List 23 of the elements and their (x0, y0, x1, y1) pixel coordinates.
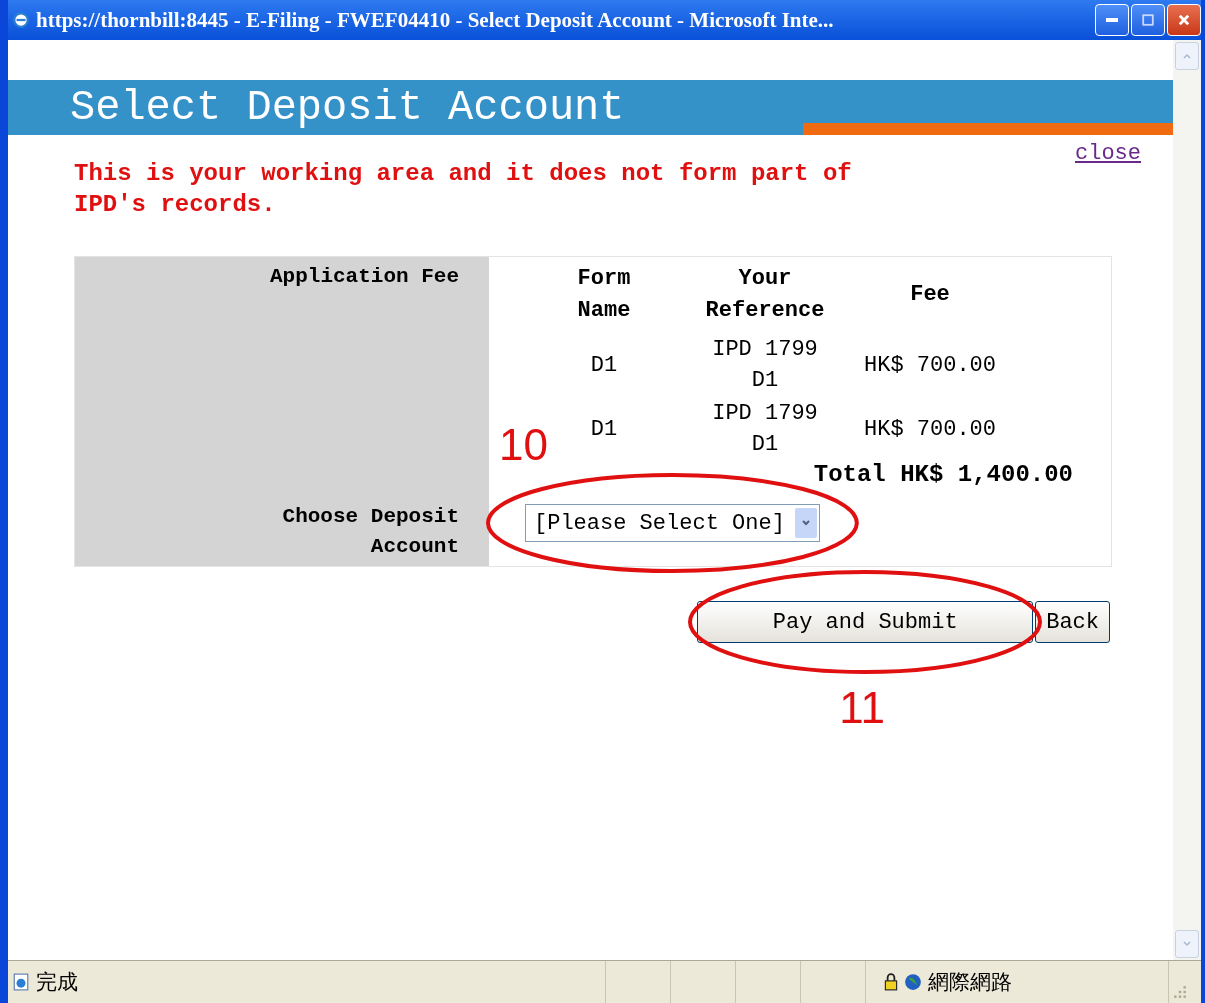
column-header: Fee (909, 281, 951, 309)
deposit-dropdown[interactable]: [Please Select One] (525, 504, 820, 542)
window-title: https://thornbill:8445 - E-Filing - FWEF04410 - Select Deposit Account - Microsoft Inte... (36, 7, 835, 33)
fee-label: Application Fee (268, 265, 459, 288)
pay-submit-button[interactable]: Pay and Submit (697, 601, 1034, 643)
page-title: Select Deposit Account (69, 83, 625, 132)
zone-text: 網際網路 (928, 969, 1012, 996)
annotation-number: 10 (499, 420, 548, 470)
table-cell-text: IPD 1799 D1 (711, 400, 819, 459)
column-header: Form Name (576, 265, 632, 325)
deposit-label: Choose Deposit Account (281, 504, 459, 560)
table-cell-text: D1 (589, 415, 619, 444)
table-cell-text: IPD 1799 D1 (711, 336, 819, 395)
total-amount: Total HK$ 1,400.00 (813, 461, 1073, 488)
table-cell-text: HK$ 700.00 (863, 351, 997, 380)
warning-text: This is your working area and it does not form part of IPD's records. (74, 159, 853, 220)
table-cell-text: D1 (589, 351, 619, 380)
annotation-number: 11 (839, 683, 885, 733)
table-cell-text: HK$ 700.00 (863, 415, 997, 444)
close-link[interactable]: close (1075, 141, 1141, 166)
status-text: 完成 (36, 969, 78, 996)
column-header: Your Reference (704, 265, 826, 325)
back-button[interactable]: Back (1035, 601, 1110, 643)
